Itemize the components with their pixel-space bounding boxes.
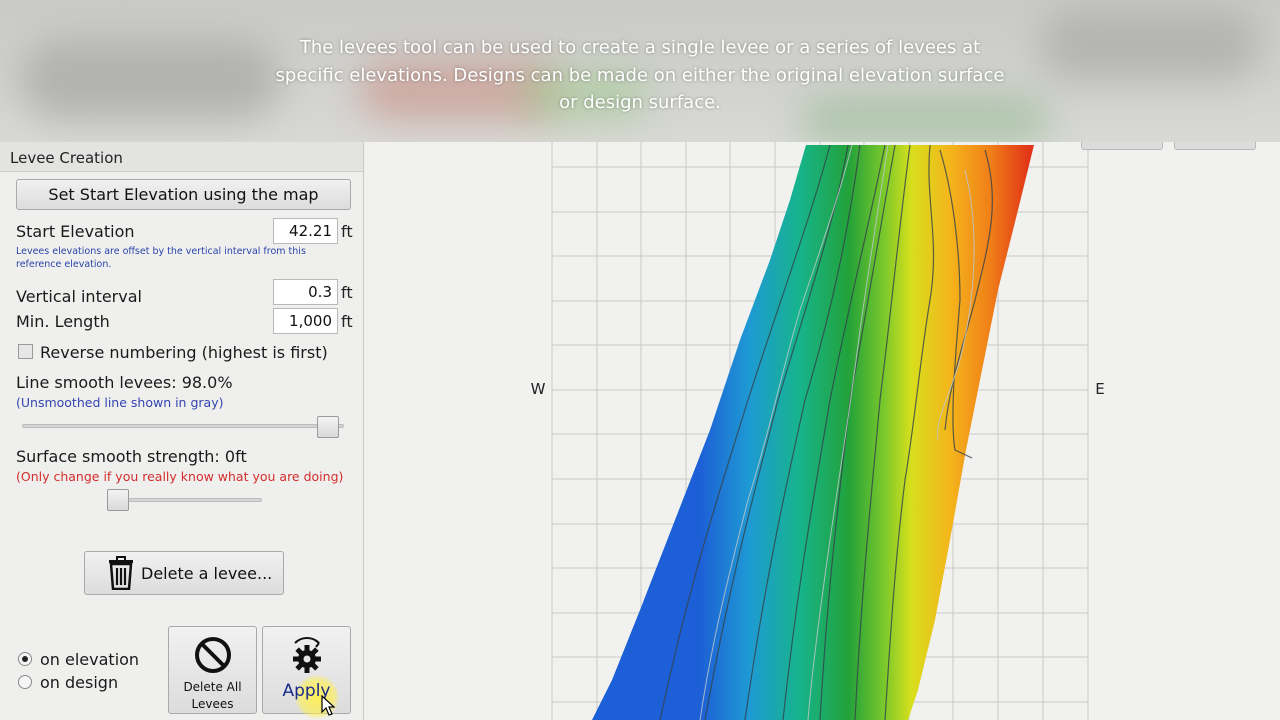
gear-icon <box>292 637 321 673</box>
min-length-label: Min. Length <box>16 312 110 331</box>
surface-smooth-hint: (Only change if you really know what you… <box>16 469 344 484</box>
surface-smooth-slider-thumb[interactable] <box>107 489 129 511</box>
vertical-interval-unit: ft <box>341 283 353 302</box>
delete-levee-label: Delete a levee... <box>141 563 273 583</box>
surface-smooth-track[interactable] <box>108 498 262 502</box>
cursor-icon <box>321 695 335 716</box>
line-smooth-slider-thumb[interactable] <box>317 416 339 438</box>
min-length-input[interactable]: 1,000 <box>273 308 338 334</box>
line-smooth-hint: (Unsmoothed line shown in gray) <box>16 395 224 410</box>
map-view[interactable]: W E <box>365 142 1280 720</box>
on-design-label: on design <box>40 673 119 692</box>
on-elevation-label: on elevation <box>40 650 140 669</box>
line-smooth-track[interactable] <box>22 424 344 428</box>
reverse-numbering-label: Reverse numbering (highest is first) <box>40 343 328 362</box>
vertical-interval-input[interactable]: 0.3 <box>273 279 338 305</box>
map-toolbar-button[interactable] <box>1081 142 1163 150</box>
blurred-background <box>20 40 280 120</box>
min-length-unit: ft <box>341 312 353 331</box>
delete-levee-button[interactable]: Delete a levee... <box>84 551 284 595</box>
levee-creation-panel: Levee Creation Set Start Elevation using… <box>0 142 364 720</box>
no-entry-icon <box>194 637 231 673</box>
start-elevation-unit: ft <box>341 222 353 241</box>
start-elevation-label: Start Elevation <box>16 222 135 241</box>
on-design-radio[interactable] <box>18 675 32 689</box>
start-elevation-input[interactable]: 42.21 <box>273 218 338 244</box>
vertical-interval-label: Vertical interval <box>16 287 142 306</box>
compass-east: E <box>1095 380 1104 398</box>
elevation-surface <box>592 145 1034 720</box>
delete-all-levees-label: Delete All Levees <box>183 680 242 711</box>
blurred-background <box>1040 10 1260 80</box>
surface-smooth-label: Surface smooth strength: 0ft <box>16 447 247 466</box>
caption-overlay: The levees tool can be used to create a … <box>0 0 1280 142</box>
apply-button[interactable]: Apply <box>262 626 351 719</box>
set-start-elevation-button[interactable]: Set Start Elevation using the map <box>16 179 351 210</box>
caption-text: The levees tool can be used to create a … <box>275 37 1005 113</box>
map-toolbar-button[interactable] <box>1174 142 1256 150</box>
line-smooth-label: Line smooth levees: 98.0% <box>16 373 233 392</box>
trash-icon <box>109 556 133 590</box>
elevation-map[interactable]: W E <box>365 142 1280 720</box>
on-elevation-radio[interactable] <box>18 652 32 666</box>
panel-title: Levee Creation <box>0 142 363 172</box>
start-elevation-note: Levees elevations are offset by the vert… <box>16 246 306 270</box>
compass-west: W <box>531 380 546 398</box>
reverse-numbering-checkbox[interactable] <box>18 344 33 359</box>
delete-all-levees-button[interactable]: Delete All Levees <box>168 626 257 714</box>
